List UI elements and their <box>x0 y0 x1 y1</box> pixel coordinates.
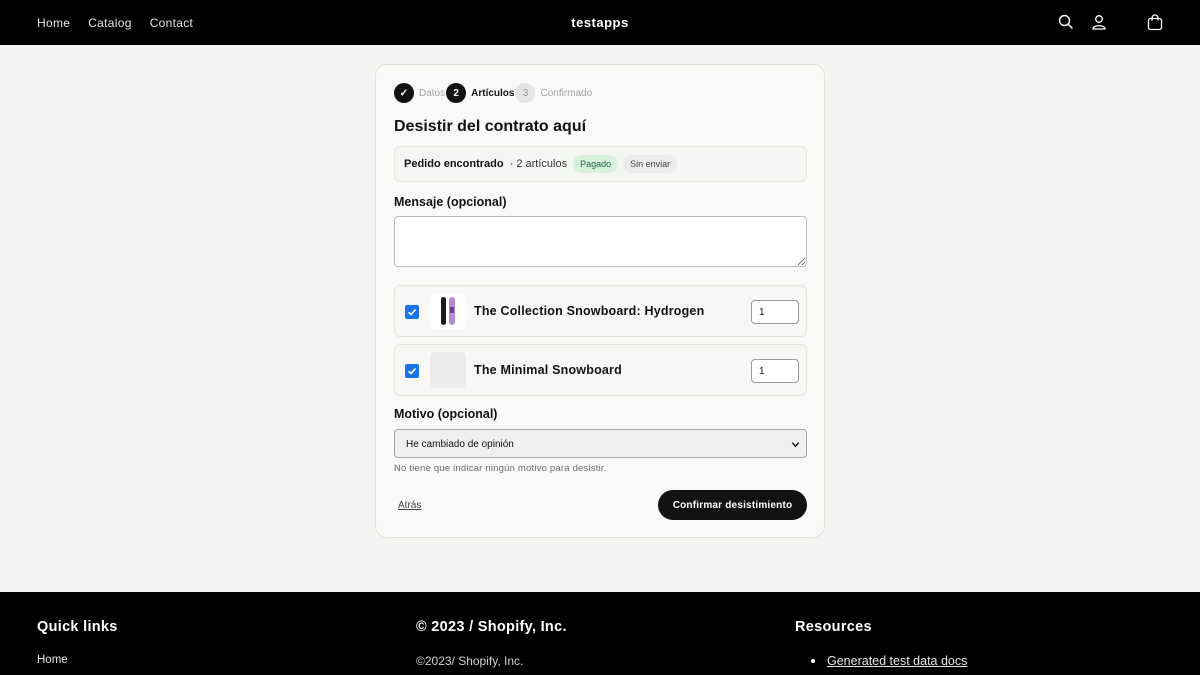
nav-catalog-link[interactable]: Catalog <box>88 16 131 30</box>
chevron-down-icon <box>791 442 800 448</box>
item-name: The Minimal Snowboard <box>474 363 622 377</box>
main-nav: Home Catalog Contact <box>37 0 193 45</box>
withdrawal-card: ✓ Datos 2 Artículos 3 Confirmado Desisti… <box>375 64 825 538</box>
item-checkbox[interactable] <box>405 305 419 319</box>
checkmark-icon <box>407 367 417 375</box>
checkmark-icon <box>407 308 417 316</box>
footer-resources: Resources Generated test data docs <box>795 619 967 668</box>
line-item: The Minimal Snowboard 1 <box>394 344 807 396</box>
order-found-banner: Pedido encontrado · 2 artículos Pagado S… <box>394 146 807 182</box>
order-found-text: Pedido encontrado <box>404 158 504 170</box>
site-header: Home Catalog Contact testapps <box>0 0 1200 45</box>
copyright-heading: © 2023 / Shopify, Inc. <box>416 619 567 635</box>
step-1-label: Datos <box>419 87 446 99</box>
progress-stepper: ✓ Datos 2 Artículos 3 Confirmado <box>394 82 593 104</box>
reason-select[interactable]: He cambiado de opinión <box>394 429 807 458</box>
site-footer: Quick links Home © 2023 / Shopify, Inc. … <box>0 592 1200 675</box>
message-textarea[interactable] <box>394 216 807 267</box>
nav-contact-link[interactable]: Contact <box>150 16 193 30</box>
page-title: Desistir del contrato aquí <box>394 118 587 135</box>
reason-label: Motivo (opcional) <box>394 407 498 421</box>
item-quantity-input[interactable]: 1 <box>751 300 799 324</box>
footer-copyright: © 2023 / Shopify, Inc. ©2023/ Shopify, I… <box>416 619 567 668</box>
copyright-text: ©2023/ Shopify, Inc. <box>416 654 524 668</box>
item-checkbox[interactable] <box>405 364 419 378</box>
product-placeholder-thumbnail <box>430 352 466 388</box>
step-1-marker: ✓ <box>394 83 414 103</box>
snowboard-hydrogen-thumbnail <box>430 293 466 329</box>
back-link[interactable]: Atrás <box>398 500 421 511</box>
quick-links-heading: Quick links <box>37 619 118 635</box>
confirm-withdrawal-button[interactable]: Confirmar desistimiento <box>658 490 807 520</box>
item-name: The Collection Snowboard: Hydrogen <box>474 304 705 318</box>
brand-name[interactable]: testapps <box>571 15 628 30</box>
nav-home-link[interactable]: Home <box>37 16 70 30</box>
order-item-count: · 2 artículos <box>509 158 568 170</box>
fulfillment-status-badge: Sin enviar <box>623 155 678 173</box>
resources-heading: Resources <box>795 619 872 635</box>
step-2-label: Artículos <box>471 87 515 99</box>
step-3-label: Confirmado <box>540 87 593 99</box>
message-label: Mensaje (opcional) <box>394 195 507 209</box>
step-2-marker: 2 <box>446 83 467 103</box>
reason-hint: No tiene que indicar ningún motivo para … <box>394 463 607 474</box>
footer-quick-links: Quick links Home <box>37 619 118 666</box>
cart-icon[interactable] <box>1145 12 1165 32</box>
payment-status-badge: Pagado <box>573 155 619 173</box>
generated-test-data-docs-link[interactable]: Generated test data docs <box>827 654 967 668</box>
account-icon[interactable] <box>1089 12 1109 32</box>
reason-selected-value: He cambiado de opinión <box>406 439 514 450</box>
list-bullet <box>811 659 815 663</box>
footer-home-link[interactable]: Home <box>37 654 68 666</box>
search-icon[interactable] <box>1056 12 1076 32</box>
line-item: The Collection Snowboard: Hydrogen 1 <box>394 285 807 337</box>
step-3-marker: 3 <box>515 83 536 103</box>
item-quantity-input[interactable]: 1 <box>751 359 799 383</box>
